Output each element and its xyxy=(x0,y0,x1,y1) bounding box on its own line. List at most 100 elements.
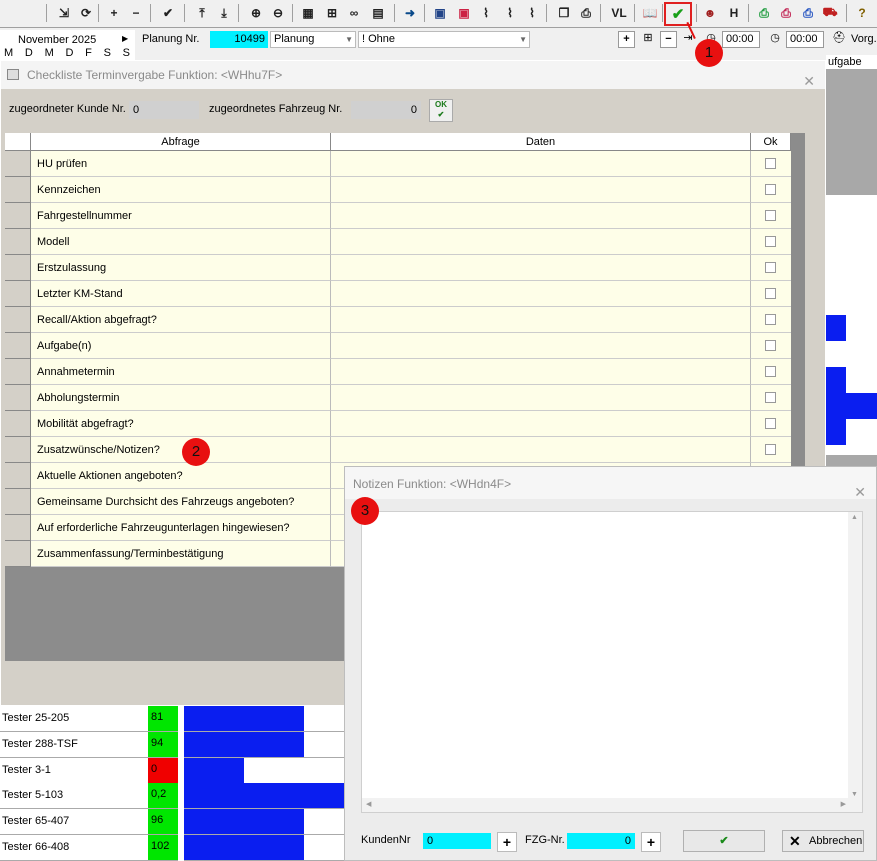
column-header-ok[interactable]: Ok xyxy=(751,133,791,151)
table-row[interactable]: Abholungstermin xyxy=(5,385,791,411)
tester-row[interactable]: Tester 5-103 0,2 xyxy=(0,783,344,810)
last-icon[interactable]: ⤓ xyxy=(214,3,234,23)
planung-type-select[interactable]: Planung ▼ xyxy=(270,31,356,48)
tester-timeline[interactable] xyxy=(184,757,344,784)
daten-cell[interactable] xyxy=(331,255,751,281)
print-icon[interactable]: ⎙ xyxy=(576,3,596,23)
daten-cell[interactable] xyxy=(331,307,751,333)
daten-cell[interactable] xyxy=(331,177,751,203)
binoculars-icon[interactable]: ∞ xyxy=(344,3,364,23)
scroll-up-icon[interactable]: ▲ xyxy=(851,514,858,521)
ok-checkbox[interactable] xyxy=(765,366,776,377)
daten-cell[interactable] xyxy=(331,203,751,229)
first-icon[interactable]: ⤒ xyxy=(192,3,212,23)
tester-timeline[interactable] xyxy=(184,731,344,758)
scroll-left-icon[interactable]: ◀ xyxy=(366,800,371,808)
monitor-icon[interactable]: ▣ xyxy=(430,3,450,23)
ok-confirm-icon[interactable]: OK ✔ xyxy=(429,99,453,122)
add-icon[interactable]: + xyxy=(104,3,124,23)
schedule-block[interactable] xyxy=(826,419,846,445)
network-icon[interactable]: ⊞ xyxy=(322,3,342,23)
clock-icon[interactable]: ◷ xyxy=(766,31,784,48)
calendar-icon[interactable]: ▦ xyxy=(298,3,318,23)
tester-booking-bar[interactable] xyxy=(184,783,344,809)
tester-booking-bar[interactable] xyxy=(184,731,304,757)
row-selector[interactable] xyxy=(5,177,31,203)
daten-cell[interactable] xyxy=(331,229,751,255)
workflow3-icon[interactable]: ⌇ xyxy=(522,3,542,23)
close-icon[interactable]: ✕ xyxy=(854,475,866,509)
tester-timeline[interactable] xyxy=(184,809,344,836)
daten-cell[interactable] xyxy=(331,411,751,437)
close-icon[interactable]: ✕ xyxy=(803,67,815,95)
column-header-daten[interactable]: Daten xyxy=(331,133,751,151)
row-selector[interactable] xyxy=(5,541,31,567)
tester-row[interactable]: Tester 66-408 102 xyxy=(0,835,344,861)
tester-booking-bar[interactable] xyxy=(184,809,304,835)
workflow-icon[interactable]: ⌇ xyxy=(476,3,496,23)
print-red-icon[interactable]: ⎙ xyxy=(776,3,796,23)
grid-icon[interactable]: ⊞ xyxy=(638,31,658,48)
row-selector[interactable] xyxy=(5,489,31,515)
table-row[interactable]: Aufgabe(n) xyxy=(5,333,791,359)
daten-cell[interactable] xyxy=(331,359,751,385)
add-icon[interactable]: + xyxy=(618,31,635,48)
vertical-scrollbar[interactable]: ▲ ▼ xyxy=(848,512,862,812)
tester-booking-bar[interactable] xyxy=(184,706,304,731)
schedule-block[interactable] xyxy=(826,367,846,393)
kunde-field[interactable]: 0 xyxy=(129,101,199,119)
tester-row[interactable]: Tester 3-1 0 xyxy=(0,757,344,784)
calendar-next-icon[interactable]: ▶ xyxy=(122,34,128,43)
print-blue-icon[interactable]: ⎙ xyxy=(798,3,818,23)
tester-timeline[interactable] xyxy=(184,706,344,732)
tester-booking-bar[interactable] xyxy=(184,757,244,783)
car-icon[interactable]: ⛟ xyxy=(820,3,840,23)
table-row[interactable]: Kennzeichen xyxy=(5,177,791,203)
remove-icon[interactable]: − xyxy=(126,3,146,23)
add-kunde-button[interactable]: + xyxy=(497,832,517,852)
people-icon[interactable]: ☻ xyxy=(700,3,720,23)
daten-cell[interactable] xyxy=(331,385,751,411)
table-row[interactable]: Zusatzwünsche/Notizen? xyxy=(5,437,791,463)
workflow2-icon[interactable]: ⌇ xyxy=(500,3,520,23)
scroll-down-icon[interactable]: ▼ xyxy=(851,791,858,798)
kunden-field[interactable]: 0 xyxy=(423,833,491,849)
row-selector[interactable] xyxy=(5,255,31,281)
h-button[interactable]: H xyxy=(724,3,744,23)
row-selector[interactable] xyxy=(5,515,31,541)
abbrechen-button[interactable]: ✕ Abbrechen xyxy=(782,830,864,852)
ok-checkbox[interactable] xyxy=(765,210,776,221)
time-to-field[interactable]: 00:00 xyxy=(786,31,824,48)
add-fzg-button[interactable]: + xyxy=(641,832,661,852)
row-selector[interactable] xyxy=(5,229,31,255)
mini-calendar[interactable]: November 2025 ▶ M D M D F S S xyxy=(0,30,135,60)
table-row[interactable]: Erstzulassung xyxy=(5,255,791,281)
tester-timeline[interactable] xyxy=(184,783,344,810)
table-row[interactable]: Recall/Aktion abgefragt? xyxy=(5,307,791,333)
ok-checkbox[interactable] xyxy=(765,314,776,325)
row-selector[interactable] xyxy=(5,463,31,489)
tester-timeline[interactable] xyxy=(184,835,344,861)
document-icon[interactable]: ▤ xyxy=(368,3,388,23)
row-selector[interactable] xyxy=(5,151,31,177)
ok-checkbox[interactable] xyxy=(765,392,776,403)
copy-icon[interactable]: ❐ xyxy=(554,3,574,23)
ok-checkbox[interactable] xyxy=(765,444,776,455)
row-selector[interactable] xyxy=(5,359,31,385)
row-selector[interactable] xyxy=(5,437,31,463)
book-icon[interactable]: 📖 xyxy=(640,3,660,23)
column-header-abfrage[interactable]: Abfrage xyxy=(31,133,331,151)
refresh-icon[interactable]: ⟳ xyxy=(76,3,96,23)
row-selector[interactable] xyxy=(5,385,31,411)
fahrzeug-field[interactable]: 0 xyxy=(351,101,421,119)
daten-cell[interactable] xyxy=(331,281,751,307)
check-icon[interactable]: ✔ xyxy=(158,3,178,23)
table-row[interactable]: Modell xyxy=(5,229,791,255)
vl-button[interactable]: VL xyxy=(608,3,630,23)
tester-row[interactable]: Tester 25-205 81 xyxy=(0,706,344,732)
time-from-field[interactable]: 00:00 xyxy=(722,31,760,48)
row-selector[interactable] xyxy=(5,203,31,229)
daten-cell[interactable] xyxy=(331,333,751,359)
row-selector[interactable] xyxy=(5,333,31,359)
ok-checkbox[interactable] xyxy=(765,340,776,351)
